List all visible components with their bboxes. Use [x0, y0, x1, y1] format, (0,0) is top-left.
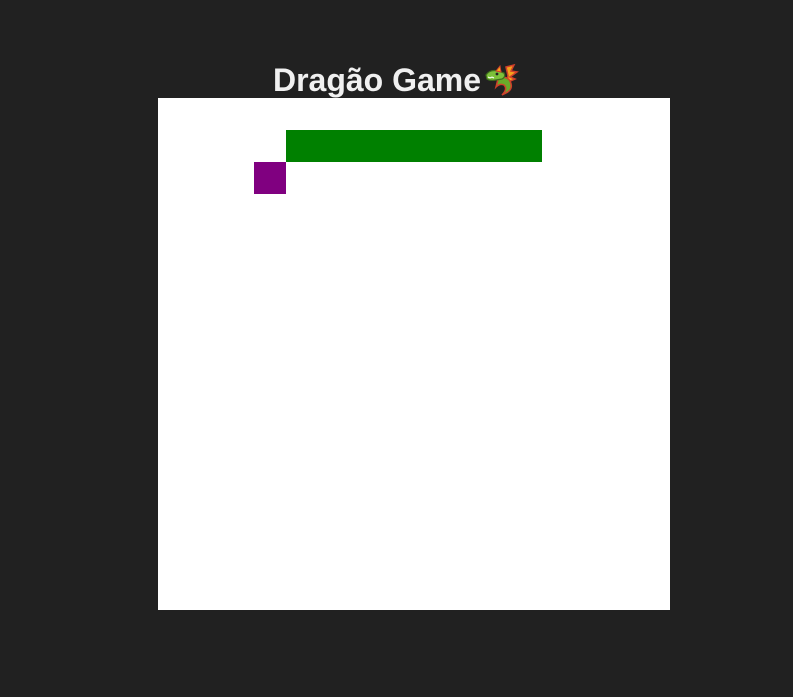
dragon-segment: [350, 130, 382, 162]
dragon-segment: [510, 130, 542, 162]
dragon-segment: [478, 130, 510, 162]
dragon-segment: [286, 130, 318, 162]
dragon-segment: [446, 130, 478, 162]
header: Dragão Game: [0, 60, 793, 100]
dragon-segment: [414, 130, 446, 162]
food-cell: [254, 162, 286, 194]
dragon-icon: [484, 63, 520, 97]
game-board[interactable]: [158, 98, 670, 610]
dragon-segment: [382, 130, 414, 162]
dragon-segment: [318, 130, 350, 162]
page-title: Dragão Game: [272, 62, 482, 98]
